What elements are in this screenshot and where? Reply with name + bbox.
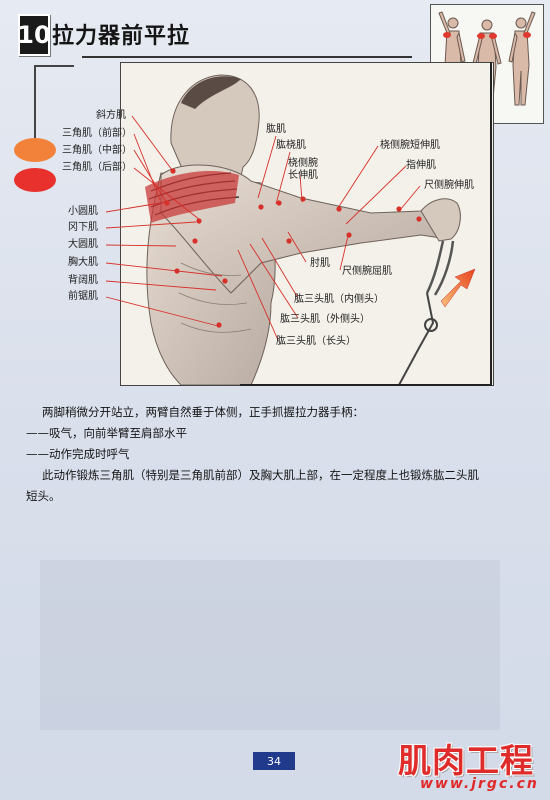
label-triceps-long: 肱三头肌（长头） bbox=[276, 336, 356, 347]
label-triceps-lateral: 肱三头肌（外侧头） bbox=[280, 314, 370, 325]
legend-orange-marker bbox=[14, 138, 56, 162]
label-ecrl-line1: 桡侧腕 bbox=[288, 158, 318, 169]
label-brachioradialis: 肱桡肌 bbox=[276, 140, 306, 151]
label-teres-major: 大圆肌 bbox=[68, 239, 98, 250]
instruction-muscles-cont: 短头。 bbox=[26, 489, 61, 503]
header-rule bbox=[82, 56, 412, 58]
instruction-muscles: 此动作锻炼三角肌（特别是三角肌前部）及胸大肌上部，在一定程度上也锻炼肱二头肌 bbox=[42, 468, 479, 482]
brand-watermark: 肌肉工程 bbox=[398, 741, 534, 780]
legend-red-marker bbox=[14, 168, 56, 192]
brand-url: www.jrgc.cn bbox=[420, 776, 539, 792]
label-pectoralis-major: 胸大肌 bbox=[68, 257, 98, 268]
label-latissimus: 背阔肌 bbox=[68, 275, 98, 286]
label-anconeus: 肘肌 bbox=[310, 258, 330, 269]
label-serratus: 前锯肌 bbox=[68, 291, 98, 302]
label-fcu: 尺侧腕屈肌 bbox=[342, 266, 392, 277]
instruction-inhale: ——吸气，向前举臂至肩部水平 bbox=[26, 426, 187, 440]
label-deltoid-posterior: 三角肌（后部） bbox=[62, 162, 132, 173]
label-brachialis: 肱肌 bbox=[266, 124, 286, 135]
label-infraspinatus: 冈下肌 bbox=[68, 222, 98, 233]
exercise-description: 两脚稍微分开站立，两臂自然垂于体侧，正手抓握拉力器手柄： ——吸气，向前举臂至肩… bbox=[26, 402, 531, 507]
instruction-exhale: ——动作完成时呼气 bbox=[26, 447, 130, 461]
label-ecu: 尺侧腕伸肌 bbox=[424, 180, 474, 191]
label-ecrl-line2: 长伸肌 bbox=[288, 170, 318, 181]
legend-vertical-rule bbox=[34, 65, 36, 145]
label-deltoid-middle: 三角肌（中部） bbox=[62, 145, 132, 156]
label-trapezius: 斜方肌 bbox=[96, 110, 126, 121]
page-title: 拉力器前平拉 bbox=[52, 24, 191, 49]
label-triceps-medial: 肱三头肌（内侧头） bbox=[294, 294, 384, 305]
frame-right-edge bbox=[490, 62, 492, 386]
label-ecrb: 桡侧腕短伸肌 bbox=[380, 140, 440, 151]
legend-rule bbox=[34, 65, 74, 67]
label-extensor-digitorum: 指伸肌 bbox=[406, 160, 436, 171]
chapter-number: 10 bbox=[17, 14, 51, 56]
instruction-stance: 两脚稍微分开站立，两臂自然垂于体侧，正手抓握拉力器手柄： bbox=[42, 405, 364, 419]
label-deltoid-anterior: 三角肌（前部） bbox=[62, 128, 132, 139]
page-number: 34 bbox=[253, 752, 295, 770]
bleed-through-shadow bbox=[40, 560, 500, 730]
label-teres-minor: 小圆肌 bbox=[68, 206, 98, 217]
frame-bottom-edge bbox=[240, 384, 492, 386]
